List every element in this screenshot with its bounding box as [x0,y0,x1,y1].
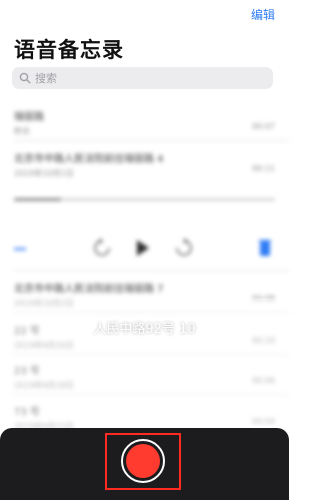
recording-date: 昨天 [14,127,30,136]
forward-icon[interactable] [176,238,192,258]
recording-name: 北京市中路人民法院前往瑞丽路 7 [14,284,164,295]
list-item[interactable]: 北京市中路人民法院前往瑞丽路 4 2019年10月1日 00:11 [14,150,275,179]
record-icon [126,444,160,478]
record-button[interactable] [121,439,165,483]
page-title: 语音备忘录 [14,38,124,62]
play-icon[interactable] [135,238,151,258]
search-icon [19,72,31,84]
playback-controls [0,238,289,262]
search-input[interactable]: 搜索 [35,70,57,86]
list-item[interactable]: 瑞丽路 昨天 00:07 [14,108,275,137]
recording-title: 人民中路92号 10 [93,322,196,337]
recording-duration: 00:11 [251,164,275,173]
voice-memos-screen: 编辑 语音备忘录 搜索 瑞丽路 昨天 00:07 北京市中路人民法院前往瑞丽路 … [0,0,289,500]
waveform-icon[interactable] [14,244,26,254]
divider [14,140,289,141]
recording-duration: 00:07 [251,122,275,131]
rewind-icon[interactable] [94,238,110,258]
playback-progress[interactable] [14,198,275,201]
recording-elapsed-time: 00:00.67 [122,339,167,350]
sheet-grabber[interactable] [132,300,156,304]
recording-date: 2019年10月1日 [14,169,74,178]
recording-name: 瑞丽路 [14,112,44,123]
divider [14,270,289,271]
recording-name: 北京市中路人民法院前往瑞丽路 4 [14,154,164,165]
edit-button[interactable]: 编辑 [251,6,275,23]
trash-icon[interactable] [259,238,271,258]
search-bar[interactable]: 搜索 [12,67,273,89]
playback-progress-fill [14,198,61,201]
